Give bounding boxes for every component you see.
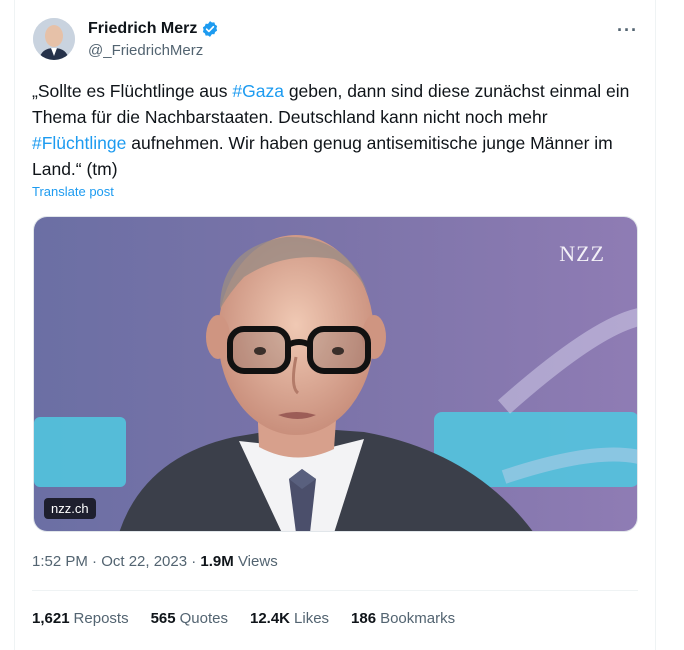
views-count: 1.9M	[200, 553, 234, 570]
author-handle[interactable]: @_FriedrichMerz	[88, 42, 203, 59]
avatar[interactable]	[33, 18, 75, 60]
bookmarks-count: 186	[351, 610, 377, 627]
tweet-text-part: „Sollte es Flüchtlinge aus	[32, 81, 233, 101]
quotes-stat[interactable]: 565 Quotes	[151, 610, 228, 627]
timestamp-row: 1:52 PM · Oct 22, 2023 · 1.9M Views	[32, 553, 278, 570]
divider	[32, 590, 638, 591]
link-domain-badge[interactable]: nzz.ch	[44, 498, 96, 519]
quotes-count: 565	[150, 610, 176, 627]
hashtag-gaza[interactable]: #Gaza	[232, 81, 284, 101]
reposts-stat[interactable]: 1,621 Reposts	[32, 610, 129, 627]
media-image[interactable]: NZZ nzz.ch	[33, 216, 638, 532]
verified-badge-icon	[201, 20, 219, 38]
tweet-text: „Sollte es Flüchtlinge aus #Gaza geben, …	[32, 78, 638, 182]
photo-illustration	[34, 217, 637, 531]
reposts-label: Reposts	[73, 610, 129, 627]
bookmarks-stat[interactable]: 186 Bookmarks	[351, 610, 455, 627]
hashtag-fluechtlinge[interactable]: #Flüchtlinge	[32, 133, 126, 153]
author-name[interactable]: Friedrich Merz	[88, 20, 197, 38]
likes-label: Likes	[294, 610, 330, 627]
bookmarks-label: Bookmarks	[380, 610, 456, 627]
likes-count: 12.4K	[249, 610, 291, 627]
quotes-label: Quotes	[179, 610, 228, 627]
engagement-stats: 1,621 Reposts 565 Quotes 12.4K Likes 186 Boo…	[32, 610, 455, 627]
post-time[interactable]: 1:52 PM · Oct 22, 2023 ·	[32, 553, 200, 570]
likes-stat[interactable]: 12.4K Likes	[250, 610, 329, 627]
views-label: Views	[233, 553, 278, 570]
more-options-icon[interactable]: ···	[617, 20, 638, 41]
reposts-count: 1,621	[32, 610, 70, 627]
nzz-watermark: NZZ	[559, 241, 605, 266]
translate-post-link[interactable]: Translate post	[32, 184, 114, 199]
author-name-row[interactable]: Friedrich Merz	[88, 20, 219, 38]
